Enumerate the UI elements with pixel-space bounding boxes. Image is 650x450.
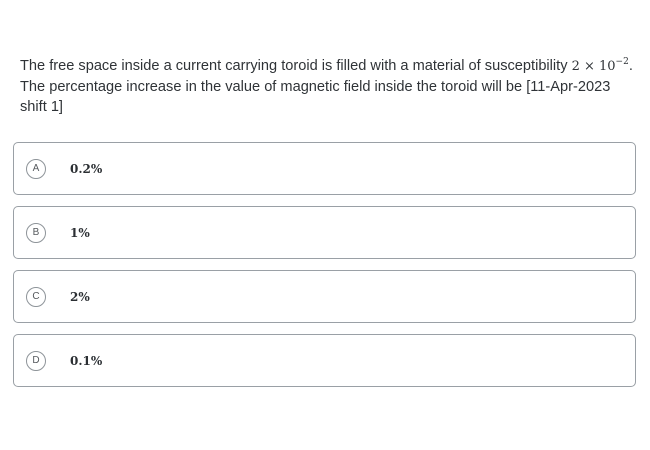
option-a[interactable]: A 0.2% [13,142,636,195]
options-list: A 0.2% B 1% C 2% D 0.1% [13,142,636,398]
option-letter-badge: B [26,222,46,243]
option-letter-badge: D [26,350,46,371]
option-b[interactable]: B 1% [13,206,636,259]
question-text: The free space inside a current carrying… [20,56,635,117]
math-exponent: −2 [615,56,629,67]
option-d[interactable]: D 0.1% [13,334,636,387]
susceptibility-value: 2 × 10−2 [571,56,629,74]
option-text: 2% [70,289,90,304]
option-text: 0.2% [70,161,103,176]
question-text-before: The free space inside a current carrying… [20,58,572,74]
option-text: 0.1% [70,353,103,368]
option-text: 1% [70,225,90,240]
option-c[interactable]: C 2% [13,270,636,323]
math-base: 2 × 10 [571,59,616,74]
option-letter-badge: C [26,286,46,307]
option-letter-badge: A [26,158,46,179]
